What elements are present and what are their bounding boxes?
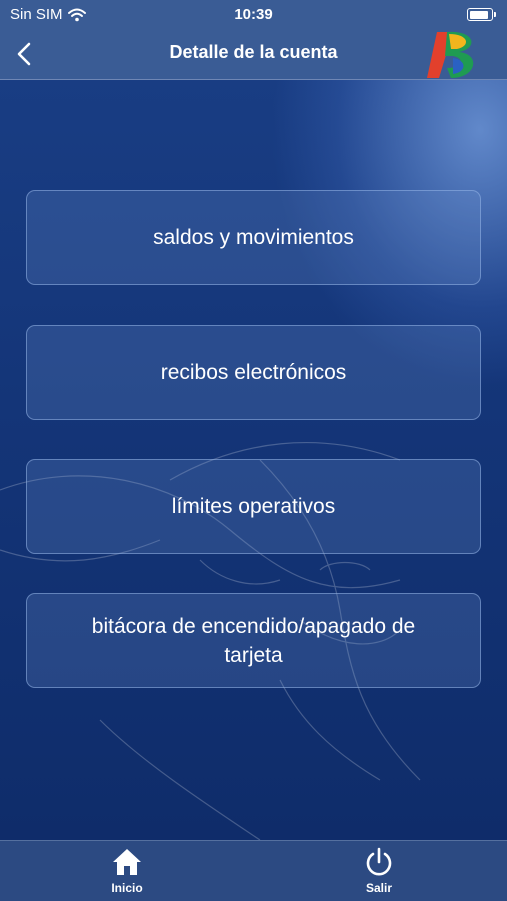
- operating-limits-button[interactable]: límites operativos: [26, 459, 481, 554]
- home-icon: [113, 849, 141, 875]
- status-time: 10:39: [234, 6, 273, 23]
- tab-home-label: Inicio: [111, 881, 143, 895]
- header-bar: Detalle de la cuenta: [0, 30, 507, 80]
- electronic-receipts-button[interactable]: recibos electrónicos: [26, 325, 481, 420]
- bottom-tab-bar: Inicio Salir: [0, 840, 507, 901]
- power-icon: [366, 847, 392, 876]
- balances-movements-button[interactable]: saldos y movimientos: [26, 190, 481, 285]
- tab-home[interactable]: Inicio: [87, 847, 167, 895]
- battery-icon: [467, 8, 496, 21]
- tab-exit-label: Salir: [365, 881, 392, 895]
- tab-exit[interactable]: Salir: [339, 847, 419, 895]
- status-bar: Sin SIM 10:39: [0, 0, 507, 30]
- card-toggle-log-button[interactable]: bitácora de encendido/apagado de tarjeta: [26, 593, 481, 688]
- bank-logo: [427, 31, 474, 79]
